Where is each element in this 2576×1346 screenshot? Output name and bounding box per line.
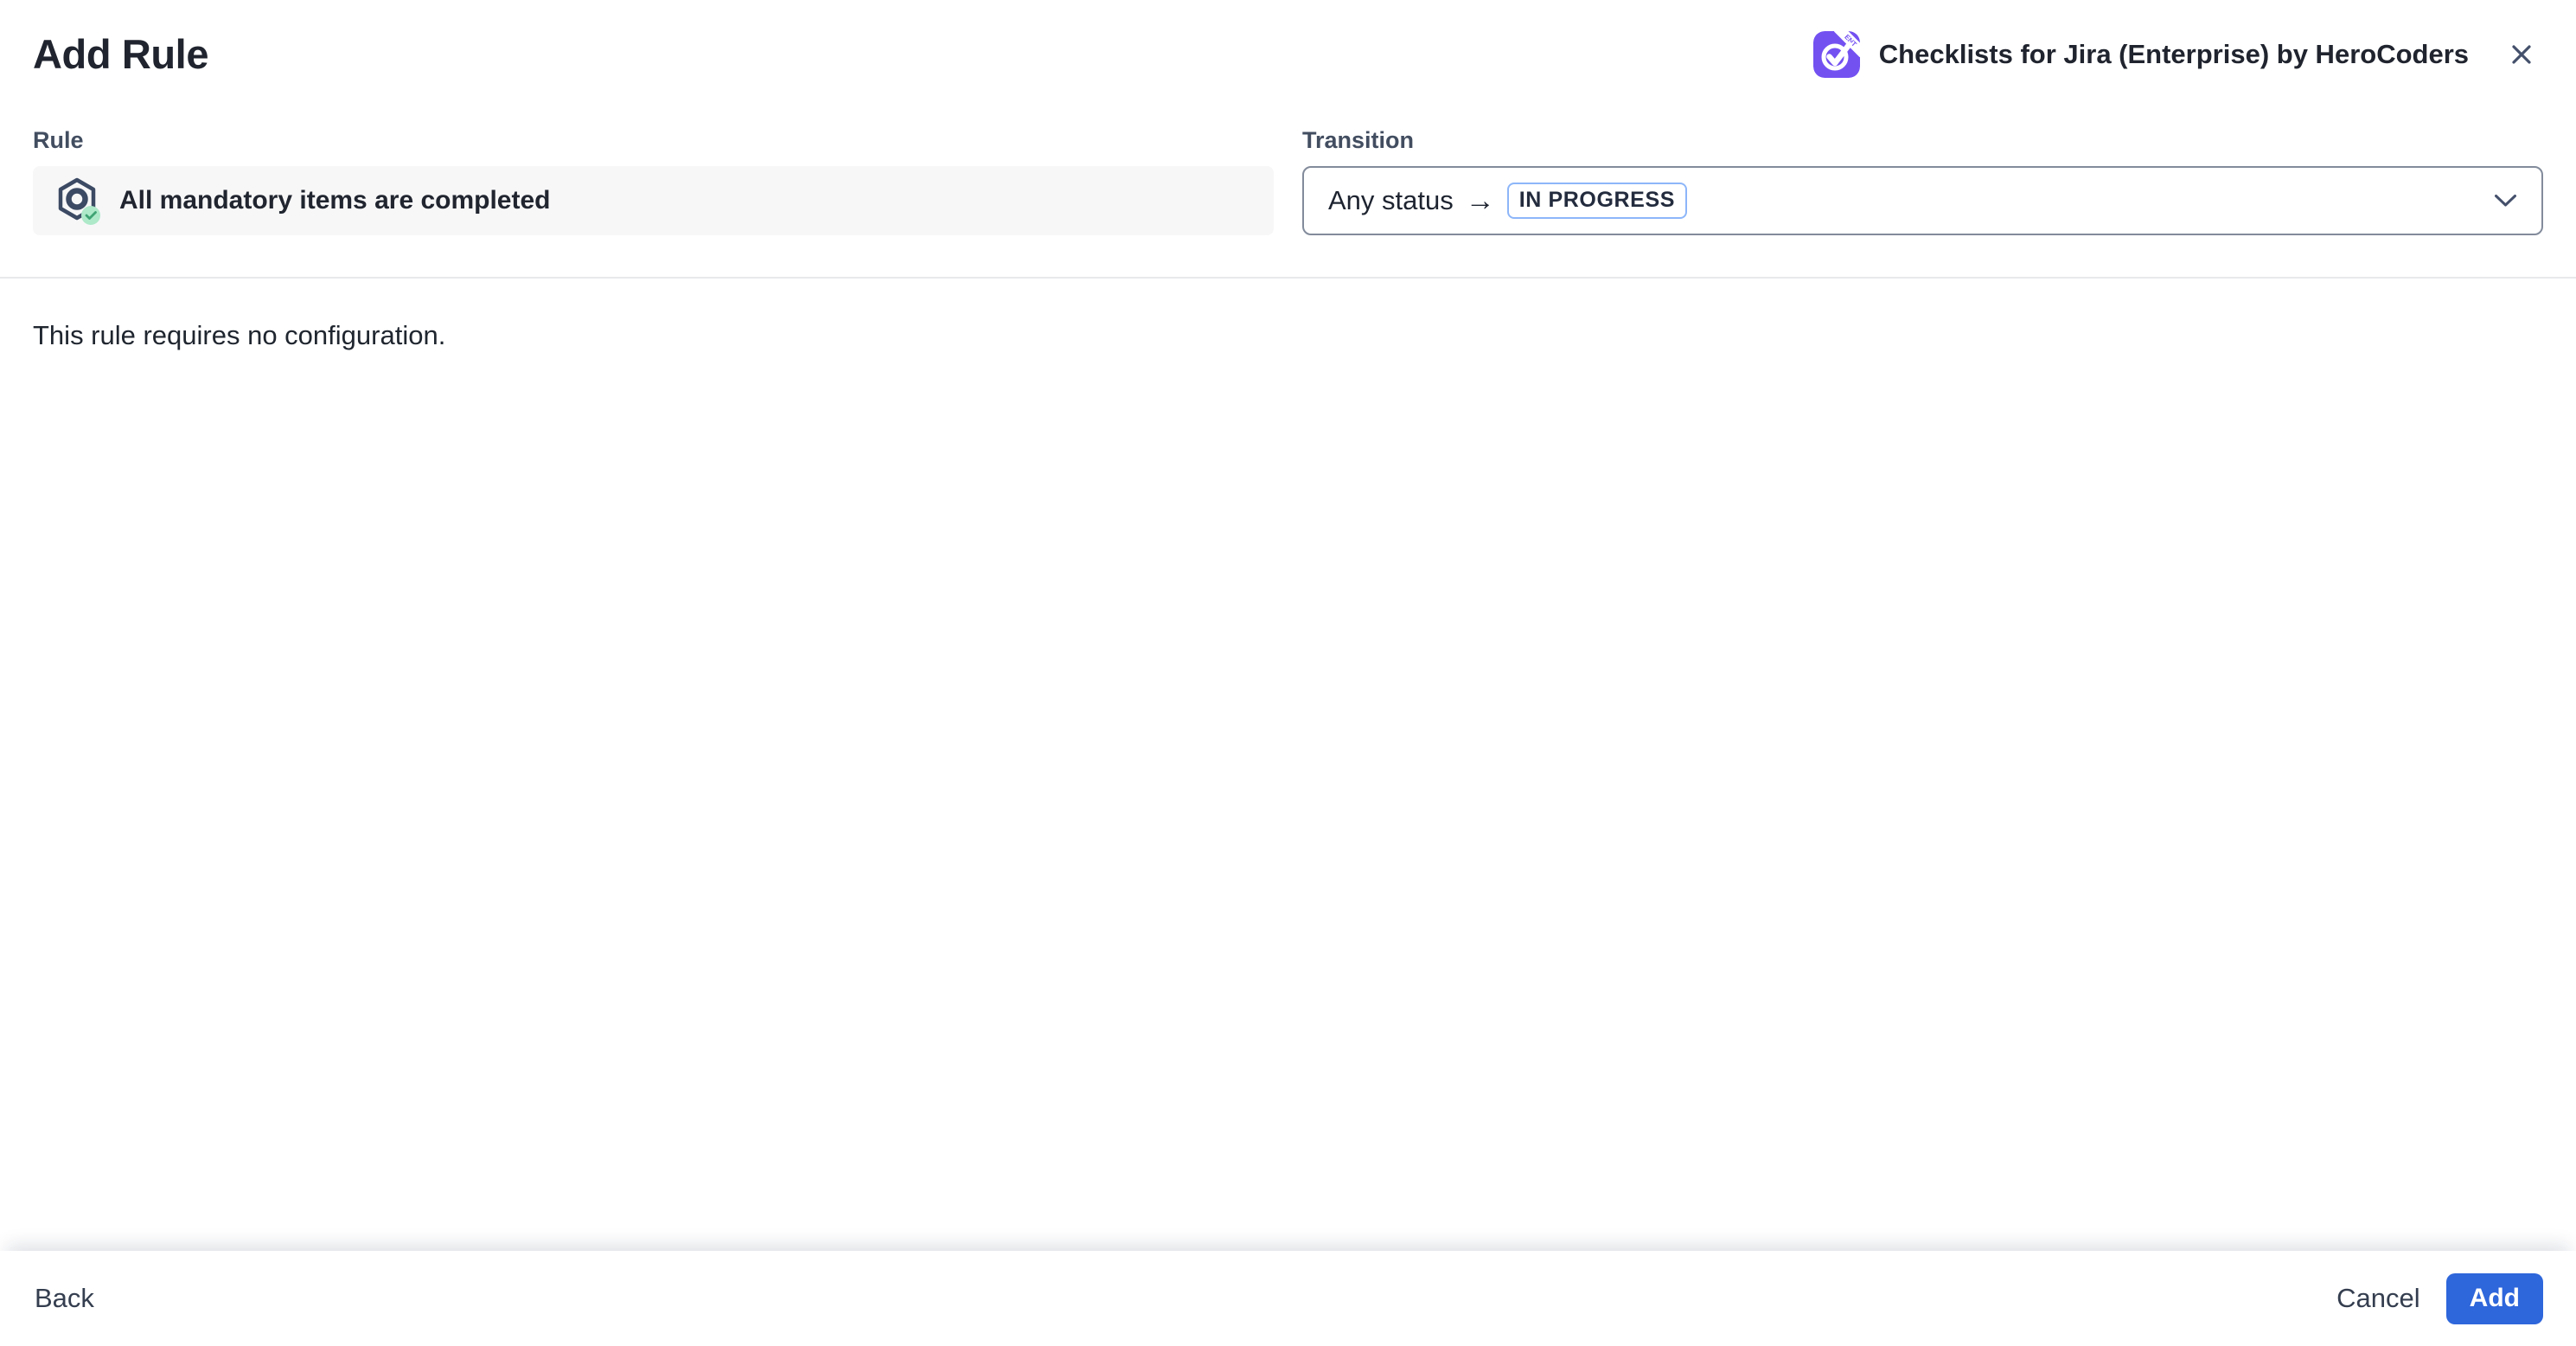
dialog-footer: Back Cancel Add bbox=[0, 1251, 2576, 1346]
transition-column: Transition Any status → IN PROGRESS bbox=[1302, 126, 2543, 235]
rule-item-label: All mandatory items are completed bbox=[119, 186, 551, 215]
app-branding: ENT Checklists for Jira (Enterprise) by … bbox=[1813, 31, 2543, 78]
mandatory-rule-icon bbox=[52, 176, 102, 226]
close-icon bbox=[2507, 40, 2536, 69]
cancel-button[interactable]: Cancel bbox=[2335, 1274, 2422, 1323]
app-logo-icon: ENT bbox=[1813, 31, 1860, 78]
rule-transition-row: Rule All mandatory items are completed T… bbox=[0, 126, 2576, 235]
transition-label: Transition bbox=[1302, 126, 2543, 155]
chevron-down-icon bbox=[2494, 194, 2517, 208]
app-name: Checklists for Jira (Enterprise) by Hero… bbox=[1879, 39, 2469, 70]
dialog-header: Add Rule ENT Checklists for Jira (Enterp… bbox=[0, 0, 2576, 78]
footer-actions: Cancel Add bbox=[2335, 1273, 2543, 1324]
close-button[interactable] bbox=[2500, 33, 2543, 76]
page-title: Add Rule bbox=[33, 31, 208, 78]
transition-arrow-icon: → bbox=[1466, 184, 1495, 218]
add-button[interactable]: Add bbox=[2446, 1273, 2543, 1324]
from-status-text: Any status bbox=[1328, 185, 1454, 216]
selected-rule-item[interactable]: All mandatory items are completed bbox=[33, 166, 1274, 235]
transition-select[interactable]: Any status → IN PROGRESS bbox=[1302, 166, 2543, 235]
no-config-message: This rule requires no configuration. bbox=[0, 279, 2576, 353]
add-rule-dialog: Add Rule ENT Checklists for Jira (Enterp… bbox=[0, 0, 2576, 1346]
transition-value: Any status → IN PROGRESS bbox=[1328, 183, 1687, 219]
rule-column: Rule All mandatory items are completed bbox=[33, 126, 1274, 235]
back-button[interactable]: Back bbox=[33, 1274, 96, 1323]
status-lozenge: IN PROGRESS bbox=[1507, 183, 1687, 219]
rule-label: Rule bbox=[33, 126, 1274, 155]
